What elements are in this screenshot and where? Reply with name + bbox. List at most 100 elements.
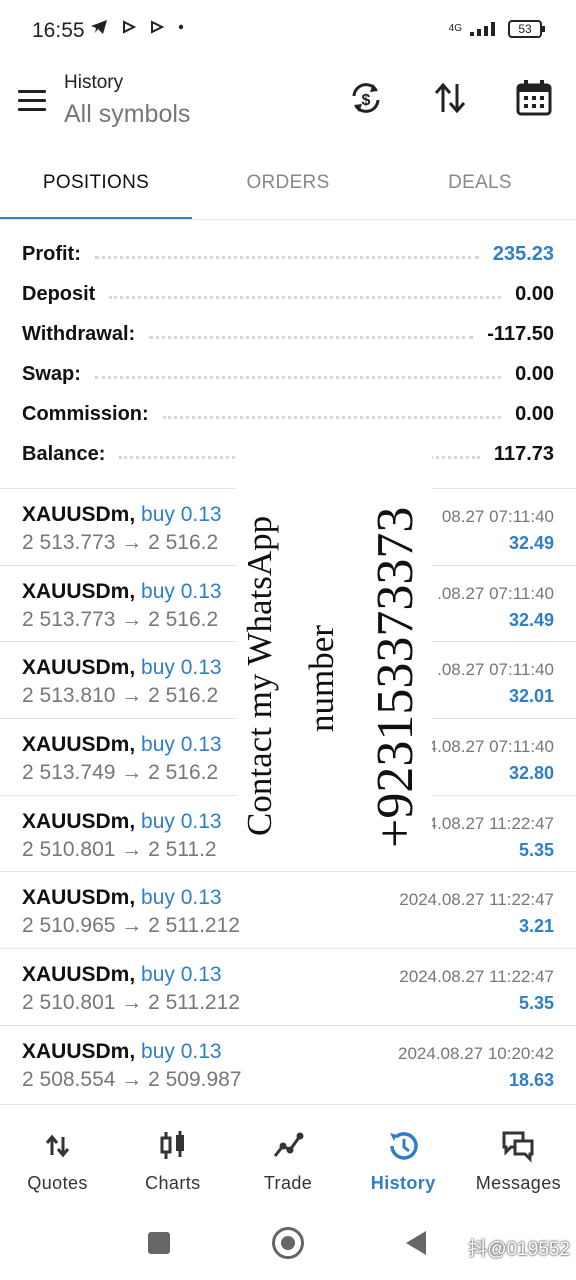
summary-value: 117.73: [493, 442, 554, 465]
summary-row-profit: Profit: 235.23: [22, 234, 554, 274]
summary-label: Commission:: [22, 402, 149, 425]
deal-symbol: XAUUSDm, buy 0.13: [22, 656, 222, 680]
deal-prices: 2 513.810 → 2 516.2: [22, 684, 219, 708]
nav-charts[interactable]: Charts: [115, 1105, 230, 1211]
summary-value: 0.00: [515, 282, 554, 305]
page-title: History: [64, 72, 124, 93]
dot-leader: [94, 255, 479, 259]
deal-prices: 2 510.801 → 2 511.2: [22, 837, 217, 861]
summary-row-deposit: Deposit 0.00: [22, 274, 554, 314]
deal-symbol: XAUUSDm, buy 0.13: [22, 733, 222, 757]
deal-prices: 2 510.965 → 2 511.212: [22, 914, 240, 938]
trade-icon: [273, 1132, 304, 1157]
svg-text:$: $: [362, 92, 371, 109]
tab-deals[interactable]: DEALS: [384, 152, 576, 220]
whatsapp-overlay: Contact my WhatsApp number +923153373373: [236, 440, 432, 848]
tab-bar: POSITIONS ORDERS DEALS: [0, 152, 576, 220]
battery-icon: 53: [508, 20, 545, 38]
recents-icon[interactable]: [148, 1232, 170, 1254]
summary-row-commission: Commission: 0.00: [22, 394, 554, 434]
nav-label: History: [370, 1173, 436, 1193]
charts-icon: [160, 1131, 184, 1159]
deal-time: 4.08.27 07:11:40: [427, 737, 554, 757]
nav-history[interactable]: History: [346, 1105, 461, 1211]
deal-profit: 3.21: [518, 916, 554, 937]
summary-value: -117.50: [487, 322, 554, 345]
deal-profit: 32.49: [508, 533, 554, 553]
dot-leader: [149, 335, 474, 339]
status-time: 16:55: [32, 19, 85, 42]
deal-symbol: XAUUSDm, buy 0.13: [22, 886, 222, 910]
nav-label: Messages: [475, 1173, 562, 1193]
summary-value: 0.00: [515, 362, 554, 385]
deal-time: 2024.08.27 11:22:47: [399, 967, 554, 987]
home-icon[interactable]: [272, 1227, 304, 1259]
deal-time: .08.27 07:11:40: [437, 660, 554, 680]
history-icon: [390, 1132, 418, 1160]
deal-direction: buy 0.13: [141, 809, 222, 833]
summary-label: Deposit: [22, 282, 96, 305]
deal-symbol: XAUUSDm, buy 0.13: [22, 1039, 222, 1063]
overlay-phone-number: +923153373373: [367, 506, 424, 848]
deal-profit: 5.35: [518, 839, 554, 860]
app-bar: History All symbols $: [0, 62, 576, 152]
overlay-text-number-label: number: [302, 625, 341, 732]
deal-symbol: XAUUSDm, buy 0.13: [22, 809, 222, 833]
summary-label: Swap:: [22, 362, 81, 385]
deal-profit: 32.01: [508, 686, 554, 707]
deal-symbol: XAUUSDm, buy 0.13: [22, 579, 222, 603]
deal-prices: 2 513.749 → 2 516.2: [22, 761, 219, 785]
calendar-icon[interactable]: [514, 78, 554, 118]
telegram-icon: [91, 20, 107, 34]
deal-symbol: XAUUSDm, buy 0.13: [22, 503, 222, 526]
status-right: 4G 53: [448, 20, 545, 38]
deal-direction: buy 0.13: [141, 1039, 222, 1063]
dot-leader: [94, 375, 502, 379]
nav-quotes[interactable]: Quotes: [0, 1105, 115, 1211]
summary-row-withdrawal: Withdrawal: -117.50: [22, 314, 554, 354]
status-notification-icons: [90, 18, 184, 36]
deal-prices: 2 513.773 → 2 516.2: [22, 607, 219, 631]
bottom-nav: Quotes Charts Trade History Messages: [0, 1104, 576, 1211]
deal-time: 2024.08.27 10:20:42: [398, 1043, 554, 1063]
deal-profit: 32.80: [508, 763, 554, 784]
play-icon: [123, 20, 136, 34]
system-nav-bar: 抖@019552: [0, 1212, 576, 1280]
deal-row[interactable]: XAUUSDm, buy 0.13 2 510.965 → 2 511.212 …: [0, 871, 576, 948]
deal-profit: 5.35: [518, 993, 554, 1014]
menu-icon[interactable]: [18, 90, 46, 112]
deal-row[interactable]: XAUUSDm, buy 0.13 2 510.801 → 2 511.212 …: [0, 948, 576, 1025]
summary-label: Profit:: [22, 242, 81, 265]
nav-trade[interactable]: Trade: [230, 1105, 345, 1211]
deal-time: .08.27 07:11:40: [437, 583, 554, 603]
symbol-filter[interactable]: All symbols: [64, 100, 190, 129]
status-bar: 16:55 4G 53: [0, 0, 576, 62]
deal-row[interactable]: XAUUSDm, buy 0.13 2 508.554 → 2 509.987 …: [0, 1024, 576, 1102]
dot-leader: [162, 415, 502, 419]
deal-direction: buy 0.13: [141, 503, 222, 526]
back-icon[interactable]: [406, 1231, 426, 1255]
currency-exchange-icon[interactable]: $: [346, 78, 386, 118]
tab-positions[interactable]: POSITIONS: [0, 152, 192, 220]
nav-label: Quotes: [27, 1173, 88, 1193]
summary-row-swap: Swap: 0.00: [22, 354, 554, 394]
deal-direction: buy 0.13: [141, 656, 222, 680]
watermark-text: 抖@019552: [468, 1239, 570, 1260]
dot-leader: [109, 295, 502, 299]
summary-panel: Profit: 235.23 Deposit 0.00 Withdrawal: …: [22, 234, 554, 474]
deal-direction: buy 0.13: [141, 886, 222, 910]
deal-symbol: XAUUSDm, buy 0.13: [22, 963, 222, 987]
deal-profit: 32.49: [508, 609, 554, 630]
tab-orders[interactable]: ORDERS: [192, 152, 384, 220]
network-type: 4G: [448, 23, 462, 34]
quotes-icon: [45, 1134, 69, 1158]
deal-prices: 2 508.554 → 2 509.987: [22, 1067, 242, 1091]
deal-profit: 18.63: [508, 1069, 554, 1090]
nav-messages[interactable]: Messages: [461, 1105, 576, 1211]
toolbar-actions: $: [346, 78, 554, 118]
deal-time: 08.27 07:11:40: [441, 507, 554, 526]
deal-time: 4.08.27 11:22:47: [427, 813, 554, 833]
deal-time: 2024.08.27 11:22:47: [399, 890, 554, 910]
play-icon-2: [151, 20, 164, 34]
sort-icon[interactable]: [430, 78, 470, 118]
